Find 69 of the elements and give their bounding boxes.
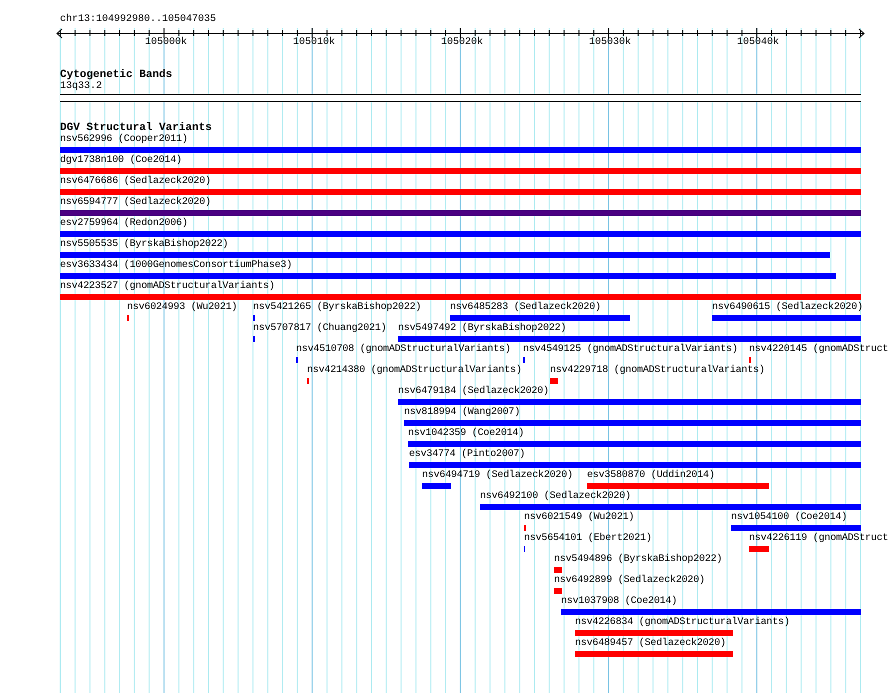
band-label: 13q33.2 bbox=[60, 81, 102, 93]
variant-label: nsv5497492 (ByrskaBishop2022) bbox=[398, 323, 566, 335]
variant-label: nsv6489457 (Sedlazeck2020) bbox=[575, 638, 726, 650]
variant-label: nsv5654101 (Ebert2021) bbox=[524, 533, 652, 545]
variant-bar[interactable] bbox=[550, 378, 558, 384]
variant-label: nsv4220145 (gnomADStruct bbox=[749, 344, 888, 356]
variant-label: nsv6024993 (Wu2021) bbox=[127, 302, 238, 314]
variant-label: nsv5505535 (ByrskaBishop2022) bbox=[60, 239, 228, 251]
variant-label: nsv4510708 (gnomADStructuralVariants) bbox=[296, 344, 511, 356]
variant-bar[interactable] bbox=[749, 546, 769, 552]
variant-label: esv2759964 (Redon2006) bbox=[60, 218, 188, 230]
variant-bar[interactable] bbox=[60, 210, 861, 216]
variant-label: nsv6594777 (Sedlazeck2020) bbox=[60, 197, 211, 209]
variant-bar[interactable] bbox=[731, 525, 861, 531]
variant-label: nsv4223527 (gnomADStructuralVariants) bbox=[60, 281, 275, 293]
variant-label: nsv6479184 (Sedlazeck2020) bbox=[398, 386, 549, 398]
variant-label: nsv6490615 (Sedlazeck2020) bbox=[712, 302, 863, 314]
track-title: Cytogenetic Bands bbox=[60, 69, 172, 81]
variant-label: nsv1037908 (Coe2014) bbox=[561, 596, 678, 608]
variant-bar[interactable] bbox=[554, 588, 562, 594]
variant-label: nsv562996 (Cooper2011) bbox=[60, 134, 188, 146]
variant-bar[interactable] bbox=[422, 483, 451, 489]
variant-bar[interactable] bbox=[408, 441, 861, 447]
variant-label: nsv4549125 (gnomADStructuralVariants) bbox=[523, 344, 738, 356]
tick-label: 105000k bbox=[145, 37, 187, 48]
variant-bar[interactable] bbox=[60, 273, 836, 279]
tick-label: 105020k bbox=[441, 37, 483, 48]
track-title: DGV Structural Variants bbox=[60, 122, 212, 134]
variant-bar[interactable] bbox=[404, 420, 861, 426]
variant-label: dgv1738n100 (Coe2014) bbox=[60, 155, 182, 167]
tick-label: 105010k bbox=[293, 37, 335, 48]
variant-bar[interactable] bbox=[60, 252, 830, 258]
tick-label: 105030k bbox=[589, 37, 631, 48]
variant-label: nsv818994 (Wang2007) bbox=[404, 407, 520, 419]
variant-label: nsv6494719 (Sedlazeck2020) bbox=[422, 470, 573, 482]
variant-bar[interactable] bbox=[60, 189, 861, 195]
variant-label: nsv4226834 (gnomADStructuralVariants) bbox=[575, 617, 790, 629]
variant-bar[interactable] bbox=[450, 315, 630, 321]
variant-bar[interactable] bbox=[409, 462, 861, 468]
variant-label: nsv6485283 (Sedlazeck2020) bbox=[450, 302, 601, 314]
tick-label: 105040k bbox=[737, 37, 779, 48]
variant-label: nsv1042359 (Coe2014) bbox=[408, 428, 524, 440]
variant-bar[interactable] bbox=[561, 609, 861, 615]
variant-bar[interactable] bbox=[60, 294, 861, 300]
variant-bar[interactable] bbox=[712, 315, 861, 321]
variant-bar[interactable] bbox=[587, 483, 769, 489]
variant-label: nsv5707817 (Chuang2021) bbox=[253, 323, 386, 335]
variant-label: nsv4214380 (gnomADStructuralVariants) bbox=[307, 365, 522, 377]
variant-bar[interactable] bbox=[554, 567, 562, 573]
variant-bar[interactable] bbox=[60, 147, 861, 153]
variant-bar[interactable] bbox=[398, 336, 861, 342]
variant-bar[interactable] bbox=[60, 168, 861, 174]
variant-label: nsv6492899 (Sedlazeck2020) bbox=[554, 575, 705, 587]
variant-bar[interactable] bbox=[480, 504, 861, 510]
variant-bar[interactable] bbox=[575, 651, 733, 657]
variant-label: nsv4229718 (gnomADStructuralVariants) bbox=[550, 365, 765, 377]
variant-bar[interactable] bbox=[60, 231, 861, 237]
variant-label: nsv1054100 (Coe2014) bbox=[731, 512, 848, 524]
variant-label: nsv6492100 (Sedlazeck2020) bbox=[480, 491, 631, 503]
variant-label: esv34774 (Pinto2007) bbox=[409, 449, 526, 461]
variant-label: nsv4226119 (gnomADStruct bbox=[749, 533, 888, 545]
variant-label: nsv5421265 (ByrskaBishop2022) bbox=[253, 302, 422, 314]
variant-label: nsv6021549 (Wu2021) bbox=[524, 512, 634, 524]
variant-label: nsv5494896 (ByrskaBishop2022) bbox=[554, 554, 722, 566]
variant-label: esv3580870 (Uddin2014) bbox=[587, 470, 715, 482]
variant-label: esv3633434 (1000GenomesConsortiumPhase3) bbox=[60, 260, 292, 272]
variant-bar[interactable] bbox=[398, 399, 861, 405]
variant-label: nsv6476686 (Sedlazeck2020) bbox=[60, 176, 211, 188]
variant-bar[interactable] bbox=[575, 630, 733, 636]
